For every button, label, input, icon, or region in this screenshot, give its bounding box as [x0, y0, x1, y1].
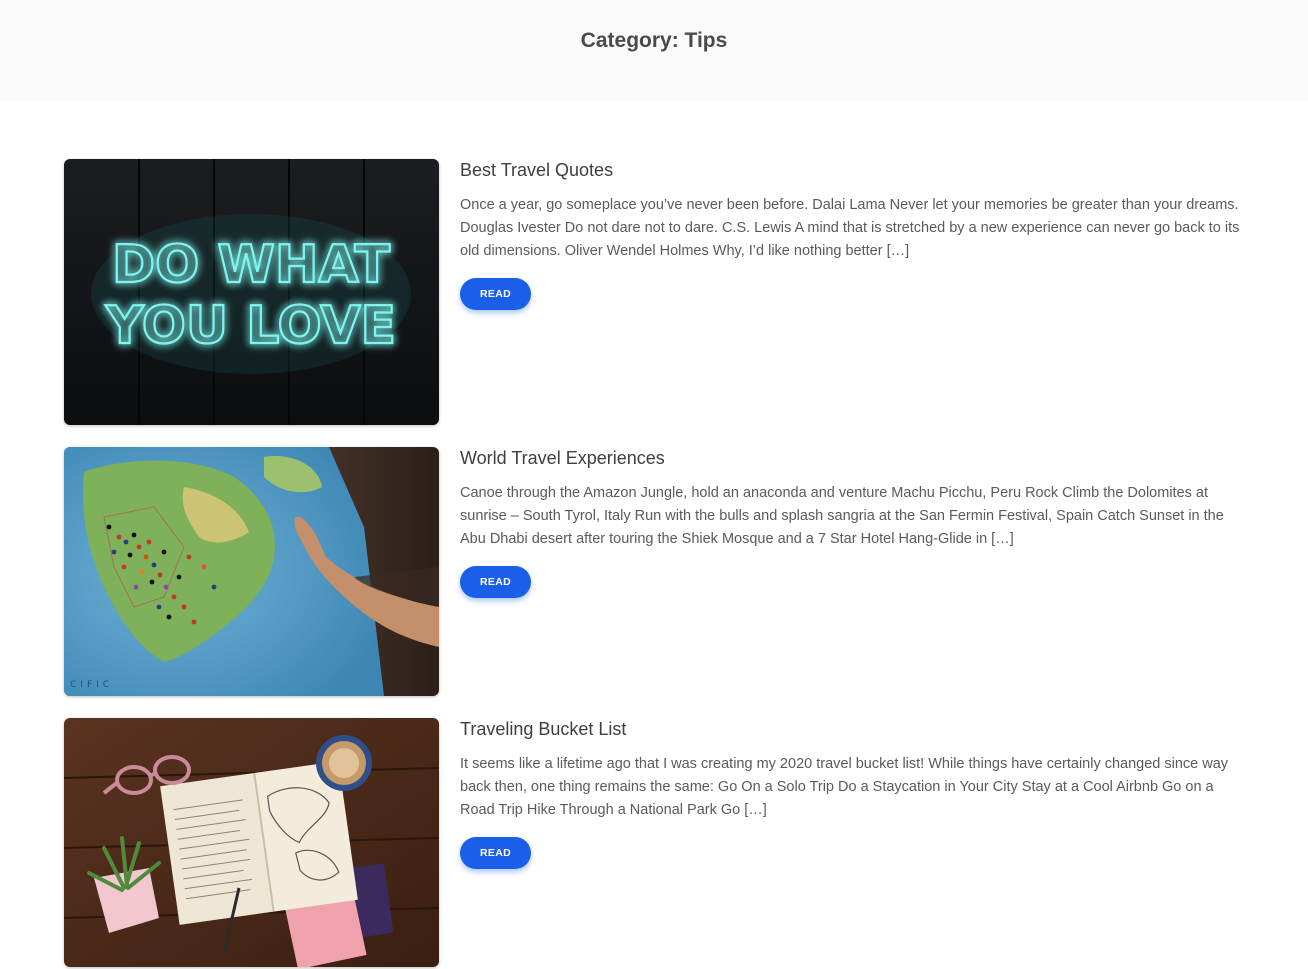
post-thumbnail[interactable]: DO WHAT YOU LOVE: [64, 159, 439, 425]
svg-text:CIFIC: CIFIC: [70, 680, 113, 690]
neon-text-line2: YOU LOVE: [105, 296, 396, 356]
read-button[interactable]: READ: [460, 837, 531, 869]
post-title[interactable]: World Travel Experiences: [460, 447, 1240, 469]
post-thumbnail[interactable]: CIFIC: [64, 447, 439, 696]
neon-text-line1: DO WHAT: [112, 235, 391, 295]
post-title[interactable]: Best Travel Quotes: [460, 159, 1240, 181]
post-content: World Travel Experiences Canoe through t…: [460, 447, 1240, 598]
post-excerpt: Once a year, go someplace you’ve never b…: [460, 197, 1240, 259]
post-thumbnail[interactable]: [64, 718, 439, 967]
post-content: Traveling Bucket List It seems like a li…: [460, 718, 1240, 869]
neon-sign-image: DO WHAT YOU LOVE: [64, 159, 439, 425]
post-content: Best Travel Quotes Once a year, go somep…: [460, 159, 1240, 310]
read-button[interactable]: READ: [460, 566, 531, 598]
post-title[interactable]: Traveling Bucket List: [460, 718, 1240, 740]
post-excerpt: Canoe through the Amazon Jungle, hold an…: [460, 485, 1224, 547]
travel-journal-desk-image: [64, 718, 439, 967]
page-title: Category: Tips: [580, 28, 728, 52]
read-button[interactable]: READ: [460, 278, 531, 310]
post-excerpt: It seems like a lifetime ago that I was …: [460, 756, 1229, 818]
world-map-pins-image: CIFIC: [64, 447, 439, 696]
page-header: Category: Tips: [0, 0, 1308, 101]
